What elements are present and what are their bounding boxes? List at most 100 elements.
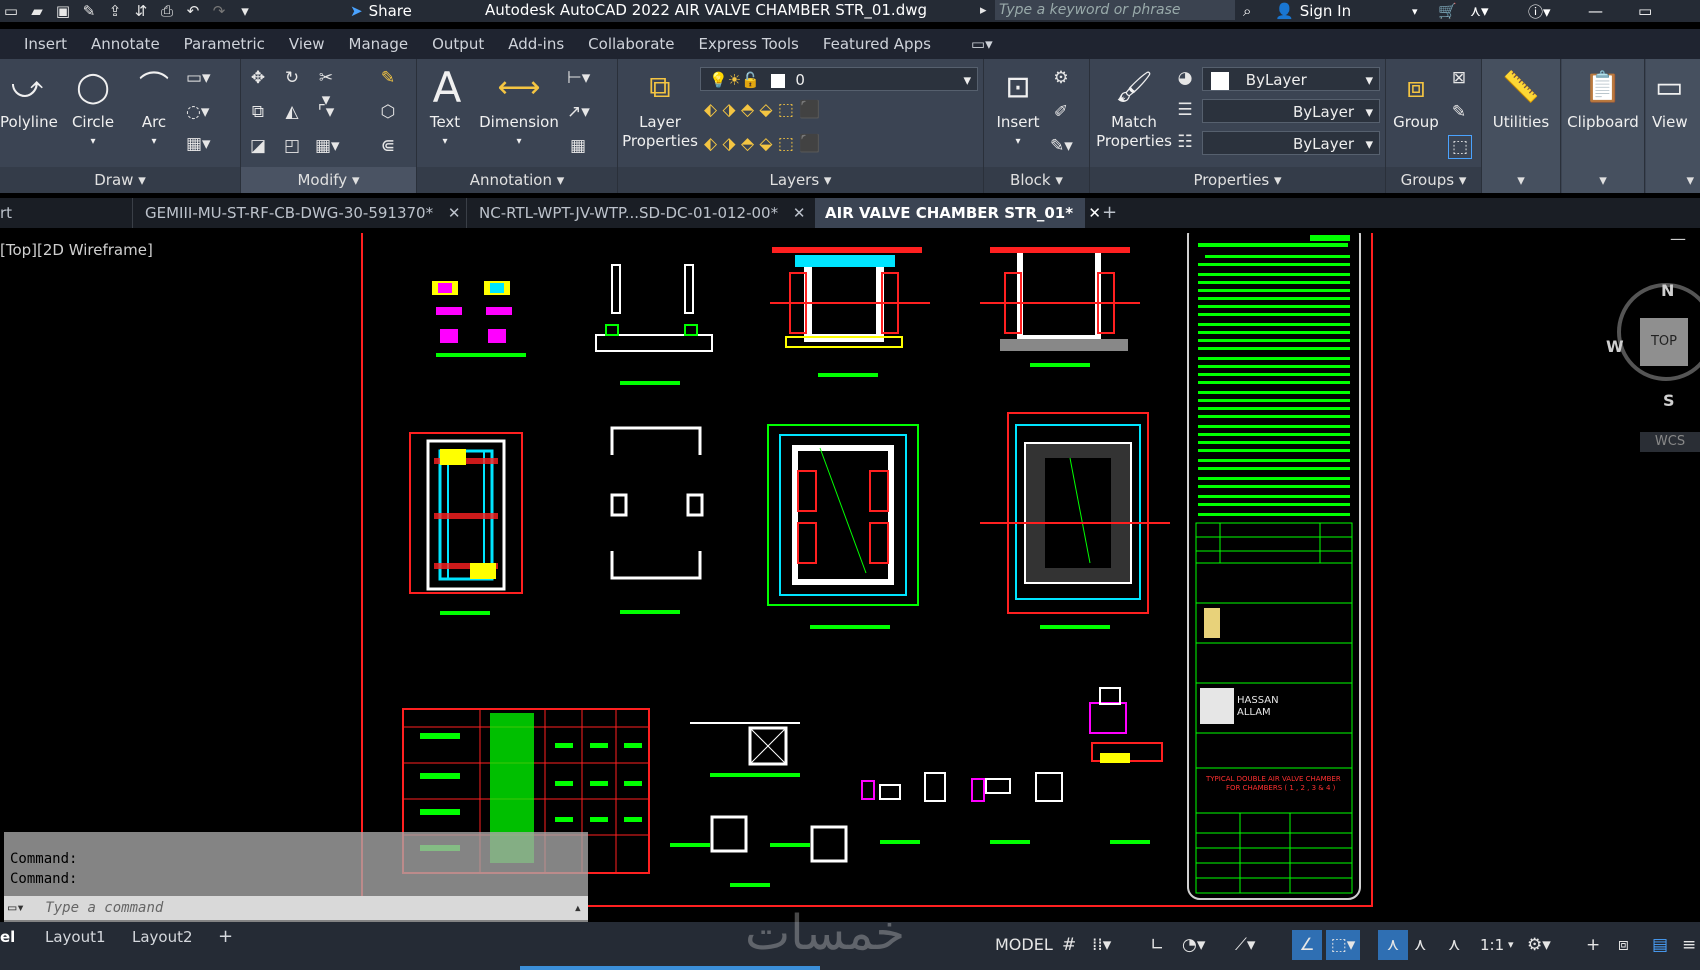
- hatch-icon[interactable]: ◌▾: [186, 101, 209, 123]
- tab-view[interactable]: View: [289, 35, 325, 53]
- search-icon[interactable]: ⌕: [1243, 0, 1251, 22]
- rectangle-icon[interactable]: ▭▾: [186, 67, 211, 89]
- ortho-icon[interactable]: ∟: [1150, 930, 1164, 960]
- circle-button[interactable]: ◯ Circle ▾: [68, 65, 118, 151]
- tab-output[interactable]: Output: [432, 35, 484, 53]
- sign-in-dropdown-icon[interactable]: ▾: [1412, 0, 1418, 22]
- annotation-panel-title[interactable]: Annotation ▾: [417, 167, 617, 193]
- dimension-button[interactable]: ⟷ Dimension ▾: [477, 65, 561, 151]
- annotation-scale-icon[interactable]: ⋏: [1448, 930, 1460, 960]
- tab-collaborate[interactable]: Collaborate: [588, 35, 674, 53]
- upload-icon[interactable]: ⇪: [104, 2, 126, 20]
- customize-status-icon[interactable]: ≡: [1682, 930, 1696, 960]
- arc-button[interactable]: ⌒ Arc ▾: [132, 65, 176, 151]
- block-panel-title[interactable]: Block ▾: [984, 167, 1089, 193]
- ribbon-minimize-icon[interactable]: ▭▾: [971, 35, 993, 53]
- workspace-gear-icon[interactable]: ⚙▾: [1527, 930, 1551, 960]
- groups-panel-title[interactable]: Groups ▾: [1386, 167, 1481, 193]
- viewport-minimize-icon[interactable]: —: [1670, 229, 1686, 248]
- gradient-icon[interactable]: ▦▾: [186, 133, 211, 155]
- drawing-viewport[interactable]: HASSAN ALLAM TYPICAL DOUBLE AIR VALVE CH…: [0, 229, 1700, 923]
- rotate-icon[interactable]: ↻: [281, 67, 303, 89]
- auto-scale-icon[interactable]: ⋏: [1414, 930, 1426, 960]
- tab-insert[interactable]: Insert: [24, 35, 67, 53]
- copy-icon[interactable]: ⧉: [247, 101, 269, 123]
- wcs-menu[interactable]: WCS: [1640, 432, 1700, 452]
- clipboard-expand-icon[interactable]: ▾: [1562, 167, 1644, 193]
- minimize-icon[interactable]: —: [1588, 0, 1603, 22]
- tab-parametric[interactable]: Parametric: [184, 35, 265, 53]
- command-history-expand-icon[interactable]: ▴: [574, 896, 582, 920]
- sign-in-button[interactable]: 👤 Sign In: [1275, 0, 1351, 22]
- view-button[interactable]: ▭ View: [1652, 65, 1700, 132]
- arc-dropdown-icon[interactable]: ▾: [132, 132, 176, 151]
- new-tab-icon[interactable]: +: [1102, 198, 1117, 228]
- grid-icon[interactable]: #: [1062, 930, 1076, 960]
- file-tab-start[interactable]: rt: [0, 198, 12, 228]
- view-panel[interactable]: ▭ View ▾: [1646, 59, 1700, 193]
- annotation-monitor-icon[interactable]: +: [1586, 930, 1600, 960]
- file-tab-active[interactable]: AIR VALVE CHAMBER STR_01* ✕: [815, 198, 1101, 228]
- text-dropdown-icon[interactable]: ▾: [425, 132, 465, 151]
- match-properties-button[interactable]: 🖌 Match Properties: [1096, 65, 1172, 151]
- offset-icon[interactable]: ⋐: [377, 135, 399, 157]
- tab-express-tools[interactable]: Express Tools: [699, 35, 799, 53]
- mirror-icon[interactable]: ◭: [281, 101, 303, 123]
- cart-icon[interactable]: 🛒: [1438, 0, 1457, 22]
- text-button[interactable]: A Text ▾: [425, 65, 465, 151]
- utilities-panel[interactable]: 📏 Utilities ▾: [1482, 59, 1561, 193]
- create-block-icon[interactable]: ⚙: [1050, 67, 1072, 89]
- utilities-button[interactable]: 📏 Utilities: [1482, 65, 1560, 132]
- annotation-scale-value[interactable]: 1:1: [1480, 930, 1504, 960]
- viewcube-west[interactable]: W: [1606, 337, 1624, 356]
- save-icon[interactable]: ▣: [52, 2, 74, 20]
- tab-manage[interactable]: Manage: [349, 35, 409, 53]
- polar-icon[interactable]: ◔▾: [1182, 930, 1205, 960]
- snap-icon[interactable]: ⁞⁞▾: [1092, 930, 1111, 960]
- help-icon[interactable]: ⓘ▾: [1528, 0, 1551, 22]
- dimension-dropdown-icon[interactable]: ▾: [477, 132, 561, 151]
- viewcube-south[interactable]: S: [1663, 391, 1675, 410]
- move-icon[interactable]: ✥: [247, 67, 269, 89]
- scale-dropdown-icon[interactable]: ▾: [1508, 930, 1514, 960]
- file-tab-1[interactable]: GEMIII-MU-ST-RF-CB-DWG-30-591370* ✕: [132, 198, 475, 228]
- object-snap-icon[interactable]: ⬚▾: [1326, 930, 1360, 960]
- customize-qat-icon[interactable]: ▾: [234, 2, 256, 20]
- group-edit-icon[interactable]: ✎: [1448, 101, 1470, 123]
- open-icon[interactable]: ▰: [26, 2, 48, 20]
- linetype-dropdown[interactable]: ByLayer ▾: [1202, 99, 1380, 123]
- new-icon[interactable]: ▭: [0, 2, 22, 20]
- fillet-icon[interactable]: ⌜▾: [315, 101, 337, 123]
- quick-properties-icon[interactable]: ▤: [1652, 930, 1668, 960]
- block-attribute-icon[interactable]: ✎▾: [1050, 135, 1073, 157]
- insert-dropdown-icon[interactable]: ▾: [988, 132, 1048, 151]
- expand-search-icon[interactable]: ▸: [980, 0, 987, 22]
- explode-icon[interactable]: ⬡: [377, 101, 399, 123]
- layer-tools-row2-icons[interactable]: ⬖ ⬗ ⬘ ⬙ ⬚ ⬛: [704, 133, 864, 155]
- file-tab-2[interactable]: NC-RTL-WPT-JV-WTP...SD-DC-01-012-00* ✕: [466, 198, 819, 228]
- annotation-visibility-icon[interactable]: ⋏: [1378, 930, 1408, 960]
- undo-icon[interactable]: ↶: [182, 2, 204, 20]
- erase-icon[interactable]: ✎: [377, 67, 399, 89]
- new-layout-icon[interactable]: +: [218, 922, 233, 952]
- tab-featured-apps[interactable]: Featured Apps: [823, 35, 931, 53]
- layer-dropdown[interactable]: 💡☀🔓 0 ▾: [700, 67, 978, 91]
- linear-dim-icon[interactable]: ⊢▾: [567, 67, 590, 89]
- tab-annotate[interactable]: Annotate: [91, 35, 160, 53]
- utilities-expand-icon[interactable]: ▾: [1482, 167, 1560, 193]
- edit-block-icon[interactable]: ✐: [1050, 101, 1072, 123]
- close-tab-active-icon[interactable]: ✕: [1088, 204, 1101, 222]
- circle-dropdown-icon[interactable]: ▾: [68, 132, 118, 151]
- autodesk-app-icon[interactable]: ⋏▾: [1470, 0, 1489, 22]
- restore-icon[interactable]: ▭: [1638, 0, 1652, 22]
- viewport-controls[interactable]: [Top][2D Wireframe]: [0, 241, 153, 259]
- web-mobile-icon[interactable]: ⇵: [130, 2, 152, 20]
- modify-panel-title[interactable]: Modify ▾: [241, 167, 416, 193]
- model-space-button[interactable]: MODEL: [995, 930, 1053, 960]
- layers-panel-title[interactable]: Layers ▾: [618, 167, 983, 193]
- layer-properties-button[interactable]: ⧉ Layer Properties: [622, 65, 698, 151]
- layout-tab-model[interactable]: el: [0, 922, 15, 952]
- clipboard-panel[interactable]: 📋 Clipboard ▾: [1562, 59, 1645, 193]
- saveas-icon[interactable]: ✎: [78, 2, 100, 20]
- command-input[interactable]: ▭▾ Type a command ▴: [4, 896, 588, 920]
